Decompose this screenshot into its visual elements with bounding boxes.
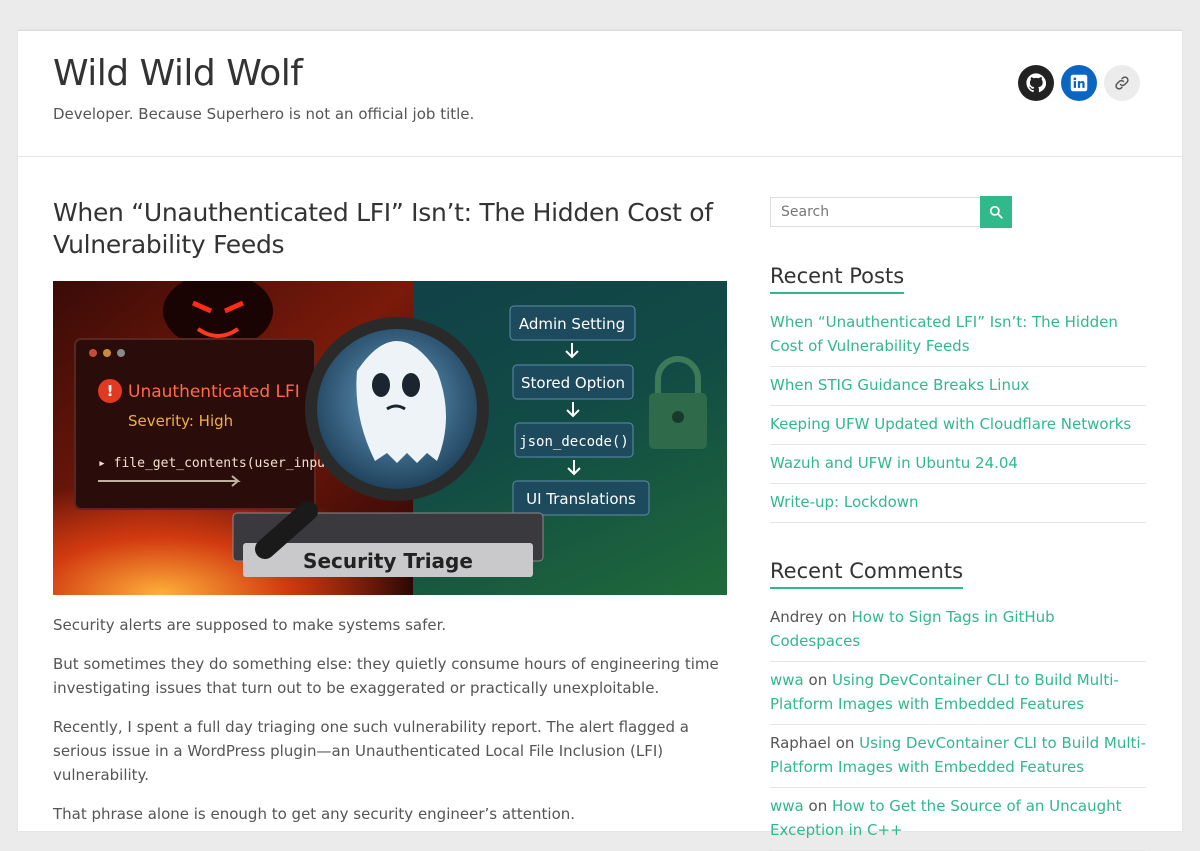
post-title[interactable]: When “Unauthenticated LFI” Isn’t: The Hi… (53, 197, 727, 261)
svg-text:!: ! (107, 382, 114, 400)
comment-on-label: on (808, 671, 828, 689)
image-banner: Security Triage (303, 549, 473, 573)
list-item: Andrey on How to Sign Tags in GitHub Cod… (770, 599, 1146, 662)
comment-on-label: on (835, 734, 855, 752)
recent-posts-title: Recent Posts (770, 264, 905, 294)
recent-post-link[interactable]: Write-up: Lockdown (770, 493, 919, 511)
list-item: wwa on How to Get the Source of an Uncau… (770, 788, 1146, 851)
list-item: When “Unauthenticated LFI” Isn’t: The Hi… (770, 304, 1146, 367)
search-button[interactable] (980, 196, 1012, 228)
list-item: Write-up: Lockdown (770, 484, 1146, 523)
recent-posts-widget: Recent Posts When “Unauthenticated LFI” … (770, 264, 1146, 523)
github-icon (1026, 73, 1046, 93)
post-body: Security alerts are supposed to make sys… (53, 613, 727, 826)
recent-post-link[interactable]: When “Unauthenticated LFI” Isn’t: The Hi… (770, 313, 1118, 355)
post-paragraph: Security alerts are supposed to make sys… (53, 616, 447, 634)
recent-comments-widget: Recent Comments Andrey on How to Sign Ta… (770, 559, 1146, 851)
site-description: Developer. Because Superhero is not an o… (53, 105, 475, 123)
website-link[interactable] (1104, 65, 1140, 101)
linkedin-icon (1070, 74, 1088, 92)
comment-author-link[interactable]: wwa (770, 671, 804, 689)
recent-posts-list: When “Unauthenticated LFI” Isn’t: The Hi… (770, 304, 1146, 523)
search-form (770, 196, 1146, 228)
comment-on-label: on (828, 608, 847, 626)
comment-author: Andrey (770, 608, 824, 626)
list-item: Wazuh and UFW in Ubuntu 24.04 (770, 445, 1146, 484)
featured-image: ! Unauthenticated LFI Severity: High ▸ f… (53, 281, 727, 595)
list-item: Raphael on Using DevContainer CLI to Bui… (770, 725, 1146, 788)
github-link[interactable] (1018, 65, 1054, 101)
main-content: When “Unauthenticated LFI” Isn’t: The Hi… (53, 197, 727, 826)
post-paragraph: That phrase alone is enough to get any s… (53, 805, 576, 823)
list-item: wwa on Using DevContainer CLI to Build M… (770, 662, 1146, 725)
linkedin-link[interactable] (1061, 65, 1097, 101)
list-item: Keeping UFW Updated with Cloudflare Netw… (770, 406, 1146, 445)
comment-author: Raphael (770, 734, 831, 752)
page: Wild Wild Wolf Developer. Because Superh… (18, 30, 1182, 851)
link-icon (1115, 76, 1129, 90)
sidebar: Recent Posts When “Unauthenticated LFI” … (770, 196, 1146, 851)
site-header: Wild Wild Wolf Developer. Because Superh… (18, 31, 1182, 157)
image-severity: Severity: High (128, 412, 233, 430)
search-icon (989, 205, 1003, 219)
recent-comments-title: Recent Comments (770, 559, 964, 589)
site-title[interactable]: Wild Wild Wolf (53, 53, 303, 94)
image-flow-step: json_decode() (519, 434, 629, 450)
post-paragraph: But sometimes they do something else: th… (53, 655, 719, 697)
image-flow-step: UI Translations (526, 490, 636, 508)
recent-comments-list: Andrey on How to Sign Tags in GitHub Cod… (770, 599, 1146, 851)
post-paragraph: Recently, I spent a full day triaging on… (53, 718, 689, 784)
image-flow-step: Admin Setting (519, 315, 625, 333)
image-code: ▸ file_get_contents(user_input): (98, 456, 348, 471)
recent-post-link[interactable]: Keeping UFW Updated with Cloudflare Netw… (770, 415, 1131, 433)
social-links (1018, 65, 1140, 101)
recent-post-link[interactable]: When STIG Guidance Breaks Linux (770, 376, 1029, 394)
image-flow-step: Stored Option (521, 374, 625, 392)
list-item: When STIG Guidance Breaks Linux (770, 367, 1146, 406)
image-alert-title: Unauthenticated LFI (128, 382, 300, 402)
search-input[interactable] (770, 197, 980, 227)
recent-post-link[interactable]: Wazuh and UFW in Ubuntu 24.04 (770, 454, 1018, 472)
